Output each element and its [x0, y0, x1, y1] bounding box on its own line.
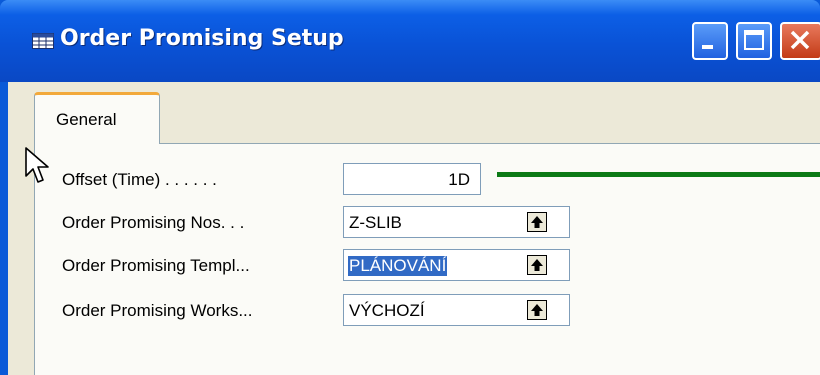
order-promising-nos-lookup-button[interactable] — [527, 212, 547, 232]
tab-joint — [35, 141, 159, 145]
order-promising-template-value: PLÁNOVÁNÍ — [348, 256, 448, 276]
order-promising-nos-label: Order Promising Nos. . . — [62, 213, 245, 232]
order-promising-template-label: Order Promising Templ... — [62, 256, 250, 275]
lookup-arrow-icon — [531, 216, 543, 228]
maximize-icon — [744, 30, 764, 50]
maximize-button[interactable] — [736, 22, 772, 60]
order-promising-nos-field[interactable]: Z-SLIB — [343, 206, 570, 238]
window-title: Order Promising Setup — [60, 26, 344, 51]
order-promising-nos-value: Z-SLIB — [349, 213, 402, 232]
order-promising-setup-window: Order Promising Setup General Offset (Ti… — [0, 0, 820, 375]
tab-general-label: General — [56, 110, 117, 129]
lookup-arrow-icon — [531, 304, 543, 316]
close-icon — [790, 30, 810, 50]
tab-general[interactable]: General — [34, 92, 160, 144]
order-promising-worksheet-label: Order Promising Works... — [62, 301, 253, 320]
offset-time-value: 1D — [448, 170, 470, 189]
offset-time-field[interactable]: 1D — [343, 163, 481, 195]
minimize-icon — [702, 45, 713, 49]
title-bar[interactable]: Order Promising Setup — [0, 0, 820, 82]
offset-time-label: Offset (Time) . . . . . . — [62, 170, 217, 189]
mouse-pointer-icon — [25, 147, 49, 183]
minimize-button[interactable] — [692, 22, 728, 60]
close-button[interactable] — [780, 22, 820, 60]
lookup-arrow-icon — [531, 259, 543, 271]
table-icon — [32, 33, 54, 49]
order-promising-worksheet-value: VÝCHOZÍ — [349, 301, 425, 320]
annotation-line — [497, 172, 820, 177]
order-promising-worksheet-lookup-button[interactable] — [527, 300, 547, 320]
order-promising-template-field[interactable]: PLÁNOVÁNÍ — [343, 249, 570, 281]
order-promising-worksheet-field[interactable]: VÝCHOZÍ — [343, 294, 570, 326]
order-promising-template-lookup-button[interactable] — [527, 255, 547, 275]
